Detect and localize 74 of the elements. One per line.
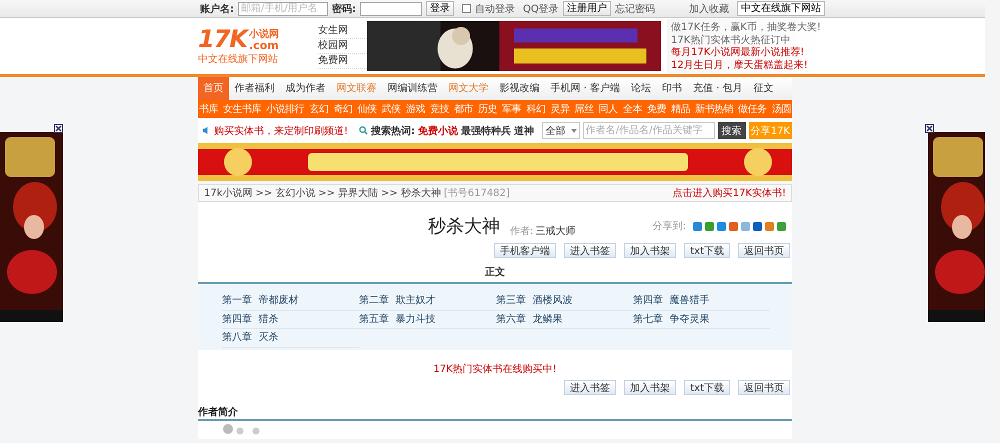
hot-search-label: 搜索热词: — [371, 124, 416, 138]
chapter-link[interactable]: 第八章 灭杀 — [222, 329, 359, 348]
scope-select[interactable]: 全部 — [542, 122, 580, 139]
nav-tab[interactable]: 征文 — [748, 77, 780, 100]
promo-text[interactable]: 17K热门实体书在线购买中! — [433, 364, 557, 374]
book-title: 秒杀大神 — [428, 216, 500, 238]
page-button[interactable]: 加入书架 — [624, 380, 676, 394]
page-button[interactable]: 进入书签 — [564, 243, 616, 258]
author-label: 作者: — [510, 224, 534, 238]
page-button[interactable]: 返回书页 — [738, 243, 790, 258]
forgot-password-link[interactable]: 忘记密码 — [614, 2, 655, 16]
search-icon — [359, 126, 368, 135]
logo-slogan: 中文在线旗下网站 — [198, 52, 279, 66]
nav-tab[interactable]: 影视改编 — [494, 77, 545, 100]
close-icon[interactable] — [54, 124, 63, 133]
register-button[interactable]: 注册用户 — [562, 1, 611, 16]
nav-tab[interactable]: 作者福利 — [229, 77, 280, 100]
chapter-link[interactable]: 第三章 酒楼风波 — [496, 292, 633, 310]
qq-login-link[interactable]: QQ登录 — [523, 2, 559, 16]
chapter-link[interactable]: 第二章 欺主奴才 — [359, 292, 496, 310]
breadcrumb-link[interactable]: 玄幻小说 — [275, 186, 316, 200]
auto-login-checkbox[interactable] — [462, 4, 471, 13]
news-link[interactable]: 17K热门实体书火热征订中 — [671, 34, 832, 47]
news-link[interactable]: 12月生日月，摩天蛋糕盖起来! — [671, 60, 832, 72]
breadcrumb-link[interactable]: 秒杀大神 — [400, 186, 441, 200]
site-select[interactable]: 中文在线旗下网站 — [736, 1, 825, 16]
page-button[interactable]: 手机客户端 — [494, 243, 556, 258]
chapter-link[interactable]: 第四章 猎杀 — [222, 310, 359, 329]
hot-search-link[interactable]: 免费小说 — [418, 124, 458, 138]
breadcrumb-separator: >> — [381, 188, 398, 198]
password-field[interactable] — [360, 2, 422, 16]
logo-domain: .com — [249, 40, 279, 50]
account-label: 账户名: — [200, 2, 234, 16]
account-field[interactable]: 邮箱/手机/用户名 — [238, 2, 328, 16]
nav-tab[interactable]: 成为作者 — [280, 77, 331, 100]
nav-tab[interactable]: 充值 · 包月 — [688, 77, 748, 100]
page-button[interactable]: txt下载 — [684, 380, 730, 394]
chapter-link[interactable]: 第五章 暴力斗技 — [359, 310, 496, 329]
chapter-link[interactable]: 第四章 魔兽猎手 — [633, 292, 770, 310]
caret-icon — [570, 128, 577, 132]
section-title: 正文 — [485, 267, 505, 278]
page-button[interactable]: 进入书签 — [564, 380, 616, 394]
search-field[interactable]: 作者名/作品名/作品关键字 — [582, 122, 715, 139]
auto-login-label: 自动登录 — [475, 2, 515, 16]
breadcrumb-separator: >> — [318, 188, 336, 198]
chapter-link[interactable]: 第六章 龙鳞果 — [496, 310, 633, 329]
chapter-link[interactable]: 第七章 争夺灵果 — [633, 310, 770, 329]
logo-name: 小说网 — [249, 28, 279, 40]
favorite-link[interactable]: 加入收藏 — [688, 2, 729, 16]
nav-tab[interactable]: 论坛 — [626, 77, 657, 100]
close-icon[interactable] — [925, 124, 934, 133]
promo-link[interactable]: 购买实体书，来定制印刷频道! — [214, 124, 348, 138]
breadcrumb-separator: >> — [256, 188, 272, 198]
author-link[interactable]: 三戒大师 — [535, 224, 576, 238]
page-button[interactable]: 返回书页 — [738, 380, 790, 394]
page-button[interactable]: txt下载 — [684, 243, 730, 258]
author-intro-title: 作者简介 — [198, 406, 239, 418]
nav-tab[interactable]: 印书 — [656, 77, 688, 100]
share-label: 分享到: — [652, 220, 686, 233]
book-id: [书号617482] — [444, 186, 510, 200]
breadcrumb-link[interactable]: 17k小说网 — [204, 186, 253, 200]
news-link[interactable]: 每月17K小说网最新小说推荐! — [671, 47, 832, 60]
buy-link[interactable]: 点击进入购买17K实体书! — [672, 186, 786, 200]
hot-search-link[interactable]: 道神 — [514, 124, 534, 138]
login-button[interactable]: 登录 — [426, 1, 454, 16]
password-label: 密码: — [332, 2, 356, 16]
page-button[interactable]: 加入书架 — [624, 243, 676, 258]
nav-tab[interactable]: 手机网 · 客户端 — [545, 77, 626, 100]
hot-search-link[interactable]: 最强特种兵 — [461, 124, 512, 138]
news-link[interactable]: 做17K任务，赢K币，抽奖卷大奖! — [671, 22, 832, 34]
nav-tab[interactable]: 网编训练营 — [382, 77, 443, 100]
breadcrumb-link[interactable]: 异界大陆 — [338, 186, 378, 200]
search-button[interactable]: 搜索 — [718, 122, 746, 139]
chapter-link[interactable]: 第一章 帝都废材 — [222, 292, 359, 310]
